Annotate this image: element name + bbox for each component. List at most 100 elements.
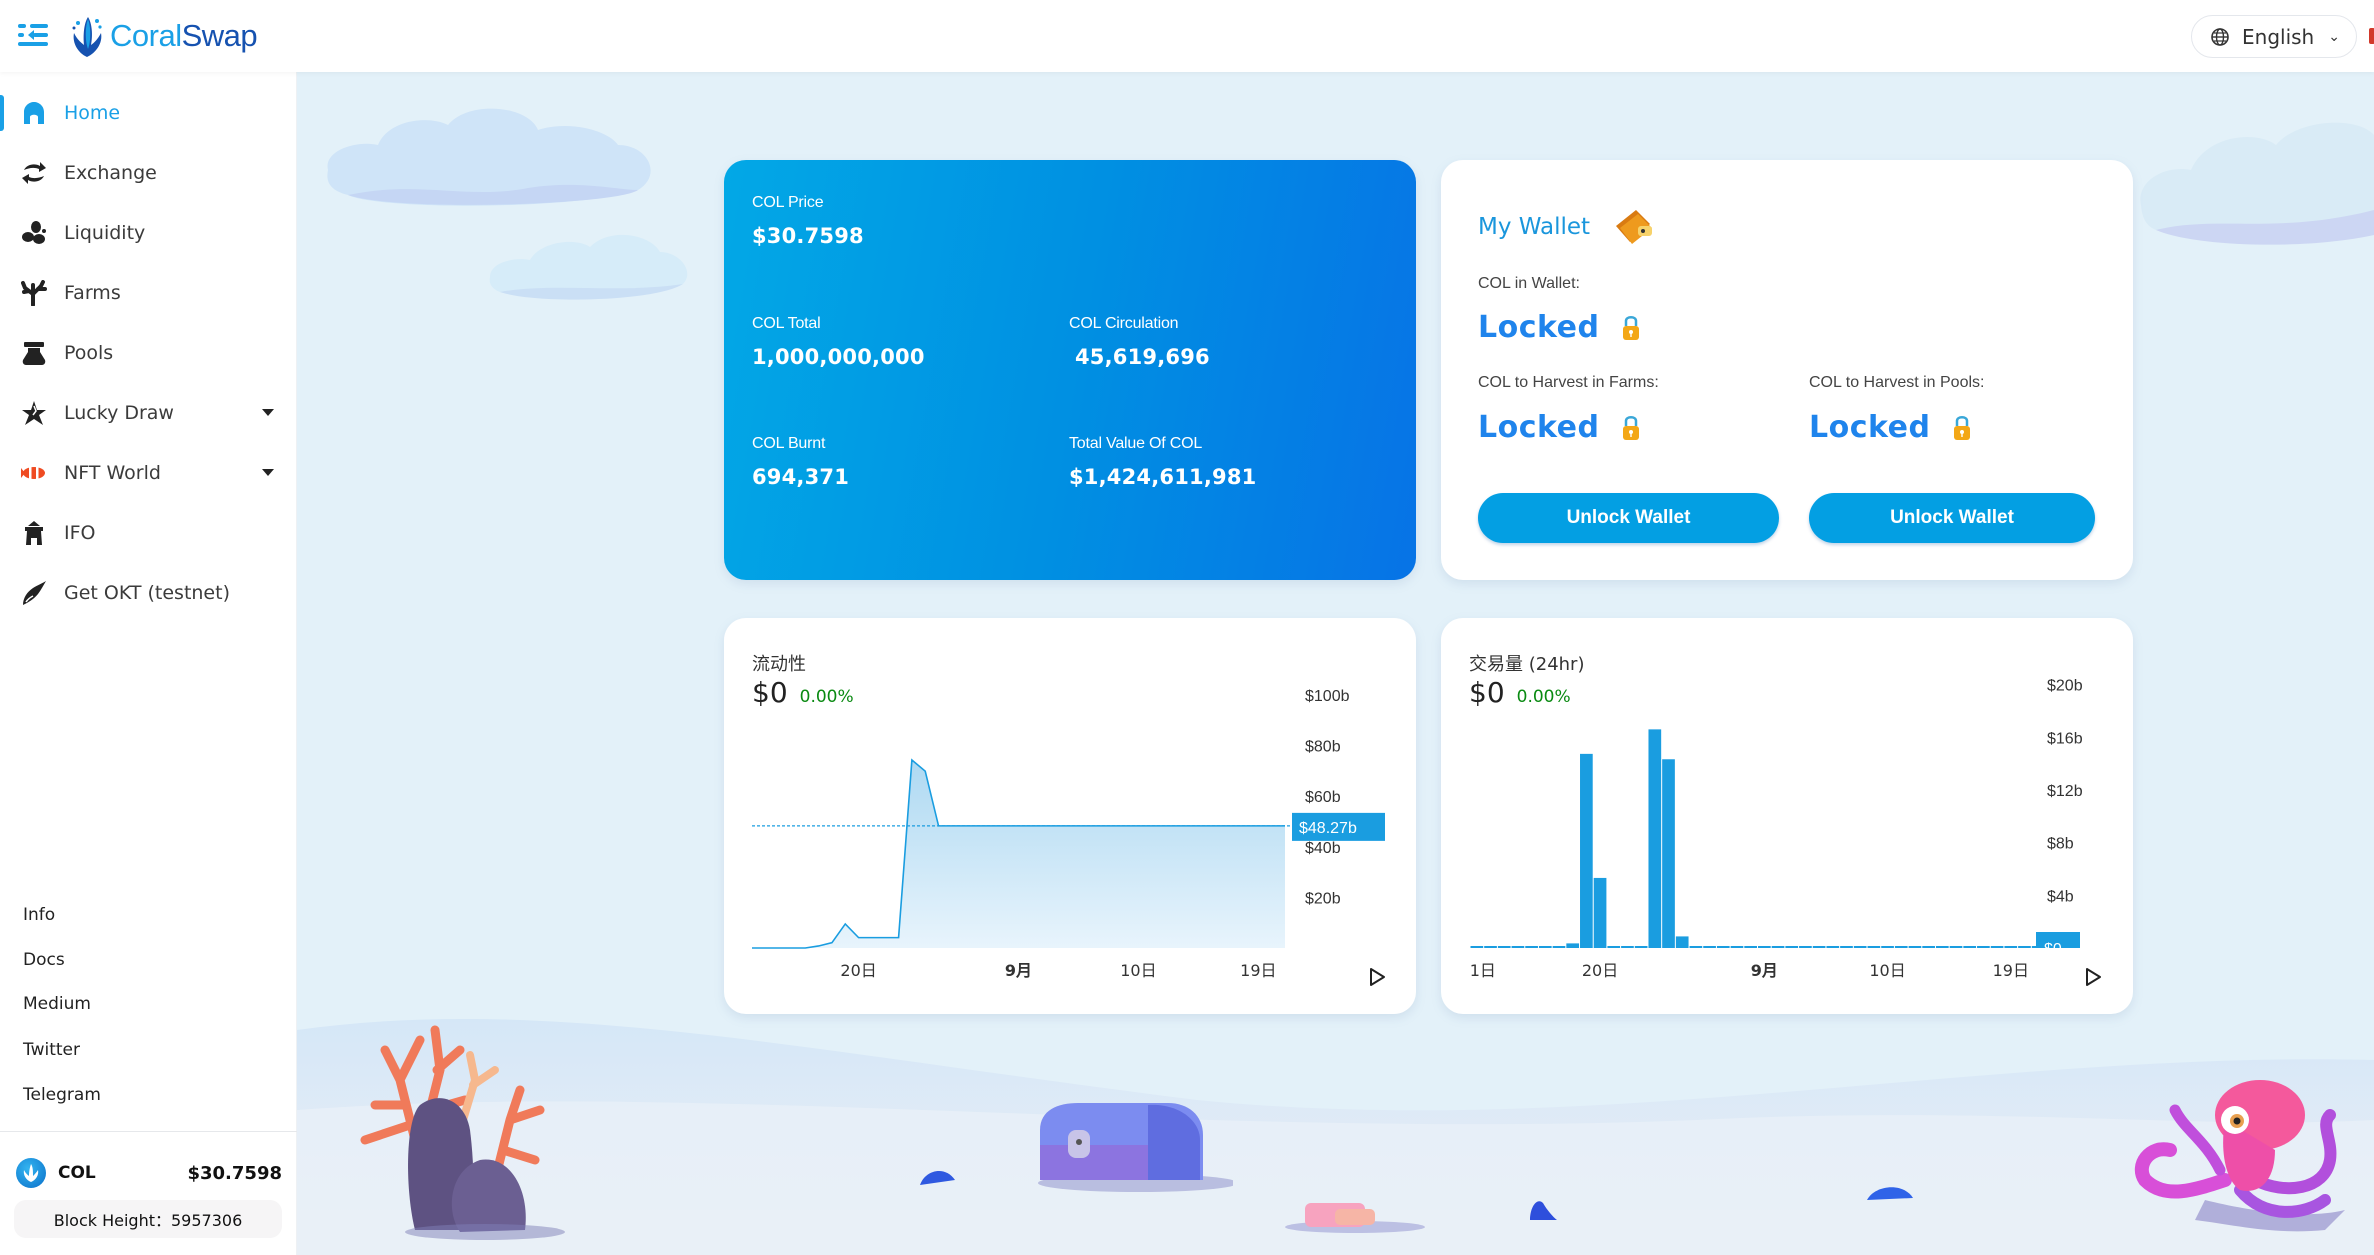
y-tick-label: $12b <box>2047 783 2083 800</box>
sidebar-item-ifo[interactable]: IFO <box>0 509 297 557</box>
sidebar-item-liquidity[interactable]: Liquidity <box>0 209 297 257</box>
volume-bar[interactable] <box>1853 946 1867 948</box>
volume-bar[interactable] <box>1497 946 1511 948</box>
unlock-wallet-button-2[interactable]: Unlock Wallet <box>1809 493 2095 543</box>
total-value-stat: Total Value Of COL $1,424,611,981 <box>1069 435 1256 489</box>
clipped-header-button[interactable] <box>2369 28 2374 44</box>
top-header: CoralSwap English ⌄ <box>0 0 2374 72</box>
volume-bar[interactable] <box>1484 946 1497 948</box>
stat-value: $1,424,611,981 <box>1069 465 1257 489</box>
volume-bar[interactable] <box>1758 946 1771 948</box>
octopus-decoration <box>2134 1080 2345 1232</box>
treasure-chest-decoration <box>1038 1103 1233 1192</box>
volume-bar[interactable] <box>1840 946 1853 948</box>
volume-bar[interactable] <box>1826 946 1840 948</box>
volume-bar[interactable] <box>1771 946 1785 948</box>
volume-bar[interactable] <box>1566 943 1580 948</box>
x-tick-label: 9月 <box>1005 961 1032 980</box>
volume-bar-chart[interactable]: $4b $8b $12b $16b $20b 1日 20日 9月 10日 19日 $0 <box>1441 618 2133 1014</box>
cloud-decoration <box>489 234 688 300</box>
col-in-wallet-label: COL in Wallet: <box>1478 275 1580 292</box>
stat-value: $30.7598 <box>752 224 864 248</box>
volume-bar[interactable] <box>1538 946 1552 948</box>
footer-link-twitter[interactable]: Twitter <box>23 1040 80 1060</box>
footer-link-docs[interactable]: Docs <box>23 950 65 970</box>
volume-bar[interactable] <box>2018 946 2031 948</box>
volume-bar[interactable] <box>1990 946 2004 948</box>
volume-bar[interactable] <box>1675 936 1689 948</box>
stone-decoration <box>1530 1201 1557 1220</box>
volume-bar[interactable] <box>1881 946 1894 948</box>
footer-link-info[interactable]: Info <box>23 905 55 925</box>
x-tick-label: 10日 <box>1120 961 1156 980</box>
y-tick-label: $16b <box>2047 730 2083 747</box>
volume-bar[interactable] <box>1552 946 1566 948</box>
volume-bar[interactable] <box>1867 946 1881 948</box>
volume-bar[interactable] <box>1730 946 1744 948</box>
sidebar-item-nft-world[interactable]: NFT World <box>0 449 297 497</box>
globe-icon <box>2211 27 2229 46</box>
volume-bar[interactable] <box>1716 946 1730 948</box>
sidebar-item-farms[interactable]: Farms <box>0 269 297 317</box>
volume-bar[interactable] <box>1908 946 1922 948</box>
price-marker-label: $48.27b <box>1299 820 1357 837</box>
volume-bar[interactable] <box>1634 946 1648 948</box>
sidebar-item-label: NFT World <box>64 462 161 484</box>
x-tick-label: 20日 <box>840 961 876 980</box>
volume-bar[interactable] <box>1689 946 1703 948</box>
volume-bar[interactable] <box>1922 946 1935 948</box>
sidebar-item-lucky-draw[interactable]: Lucky Draw <box>0 389 297 437</box>
liquidity-area-chart[interactable]: $20b $40b $60b $80b $100b 20日 9月 10日 19日 $48.27b <box>724 618 1416 1014</box>
farms-harvest-label: COL to Harvest in Farms: <box>1478 374 1659 391</box>
volume-bar[interactable] <box>1511 946 1525 948</box>
volume-bar[interactable] <box>1593 877 1607 948</box>
stat-label: COL Total <box>752 315 821 332</box>
y-tick-label: $20b <box>2047 678 2083 695</box>
footer-link-medium[interactable]: Medium <box>23 994 91 1014</box>
volume-bar[interactable] <box>1977 946 1990 948</box>
volume-bar[interactable] <box>1580 753 1593 948</box>
sidebar-item-exchange[interactable]: Exchange <box>0 149 297 197</box>
sidebar-item-label: IFO <box>64 522 96 544</box>
volume-bar[interactable] <box>1662 759 1675 948</box>
farms-icon <box>20 279 48 307</box>
volume-bar[interactable] <box>1812 946 1826 948</box>
cloud-decoration <box>2140 122 2374 245</box>
volume-bar[interactable] <box>1949 946 1963 948</box>
play-icon[interactable] <box>1366 966 1388 988</box>
footer-link-telegram[interactable]: Telegram <box>23 1085 101 1105</box>
price-marker-label: $0 <box>2044 941 2062 958</box>
padlock-icon <box>1623 415 1640 440</box>
volume-bar[interactable] <box>1799 946 1812 948</box>
volume-bar[interactable] <box>1648 729 1662 948</box>
volume-bar[interactable] <box>1470 946 1484 948</box>
sidebar-item-home[interactable]: Home <box>0 89 297 137</box>
collapse-menu-icon[interactable] <box>18 22 48 48</box>
col-in-wallet-value: Locked <box>1478 310 1641 345</box>
volume-bar[interactable] <box>1607 946 1621 948</box>
unlock-wallet-button[interactable]: Unlock Wallet <box>1478 493 1779 543</box>
y-tick-label: $8b <box>2047 836 2074 853</box>
sidebar-item-label: Get OKT (testnet) <box>64 582 230 604</box>
volume-bar[interactable] <box>1935 946 1949 948</box>
volume-bar[interactable] <box>1894 946 1908 948</box>
sidebar-item-pools[interactable]: Pools <box>0 329 297 377</box>
volume-bar[interactable] <box>1963 946 1977 948</box>
stat-label: Total Value Of COL <box>1069 435 1203 452</box>
y-tick-label: $20b <box>1305 890 1341 907</box>
volume-bar[interactable] <box>2004 946 2018 948</box>
language-selector[interactable]: English ⌄ <box>2191 15 2357 58</box>
volume-chart-card: 交易量 (24hr) $0 0.00% $4b $8b $12b $16b $20b 1日… <box>1441 618 2133 1014</box>
volume-bar[interactable] <box>1621 946 1634 948</box>
volume-bar[interactable] <box>1525 946 1538 948</box>
coralswap-logo[interactable]: CoralSwap <box>68 12 258 60</box>
volume-bar[interactable] <box>1703 946 1716 948</box>
y-tick-label: $4b <box>2047 888 2074 905</box>
coral-logo-icon <box>72 17 102 57</box>
stat-value: 1,000,000,000 <box>752 345 925 369</box>
play-icon[interactable] <box>2082 966 2104 988</box>
volume-bar[interactable] <box>1744 946 1757 948</box>
sidebar-item-get-okt[interactable]: Get OKT (testnet) <box>0 569 297 617</box>
x-tick-label: 20日 <box>1582 961 1618 980</box>
volume-bar[interactable] <box>1785 946 1799 948</box>
